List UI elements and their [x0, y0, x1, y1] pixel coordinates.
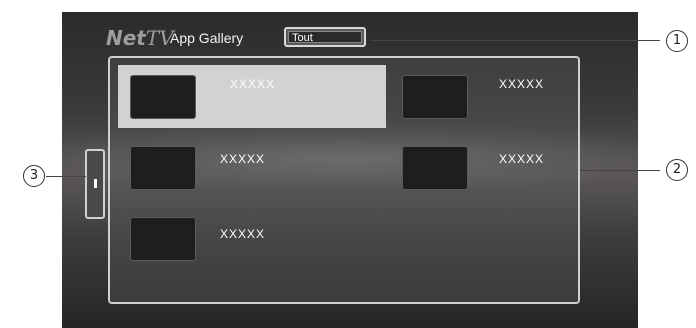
app-label: XXXXX — [220, 227, 266, 241]
scroll-thumb[interactable] — [94, 179, 97, 188]
tv-screen: NetTV App Gallery Tout XXXXX XXXXX XXXXX… — [62, 12, 638, 328]
category-filter-dropdown[interactable]: Tout — [284, 27, 366, 47]
app-tile[interactable]: XXXXX — [396, 65, 576, 128]
category-filter-value: Tout — [288, 31, 362, 44]
logo-net-text: Net — [106, 26, 146, 50]
app-thumbnail — [130, 217, 196, 261]
nettv-logo: NetTV — [106, 26, 174, 50]
callout-marker-3: 3 — [23, 165, 45, 187]
app-tile[interactable]: XXXXX — [396, 138, 576, 201]
callout-marker-2: 2 — [666, 159, 688, 181]
app-label: XXXXX — [499, 77, 545, 91]
callout-marker-1: 1 — [666, 30, 688, 52]
callout-line-2 — [580, 170, 660, 171]
app-label: XXXXX — [499, 152, 545, 166]
app-tile[interactable]: XXXXX — [118, 65, 386, 128]
app-thumbnail — [402, 146, 468, 190]
app-thumbnail — [130, 146, 196, 190]
callout-line-3 — [46, 176, 86, 177]
scroll-indicator[interactable] — [85, 149, 105, 219]
app-label: XXXXX — [230, 77, 276, 91]
app-grid-panel: XXXXX XXXXX XXXXX XXXXX XXXXX — [108, 56, 580, 304]
app-thumbnail — [130, 75, 196, 119]
callout-line-1 — [370, 40, 660, 41]
app-tile[interactable]: XXXXX — [118, 138, 386, 201]
page-title: App Gallery — [170, 30, 244, 46]
app-thumbnail — [402, 75, 468, 119]
app-tile[interactable]: XXXXX — [118, 211, 386, 274]
app-label: XXXXX — [220, 152, 266, 166]
